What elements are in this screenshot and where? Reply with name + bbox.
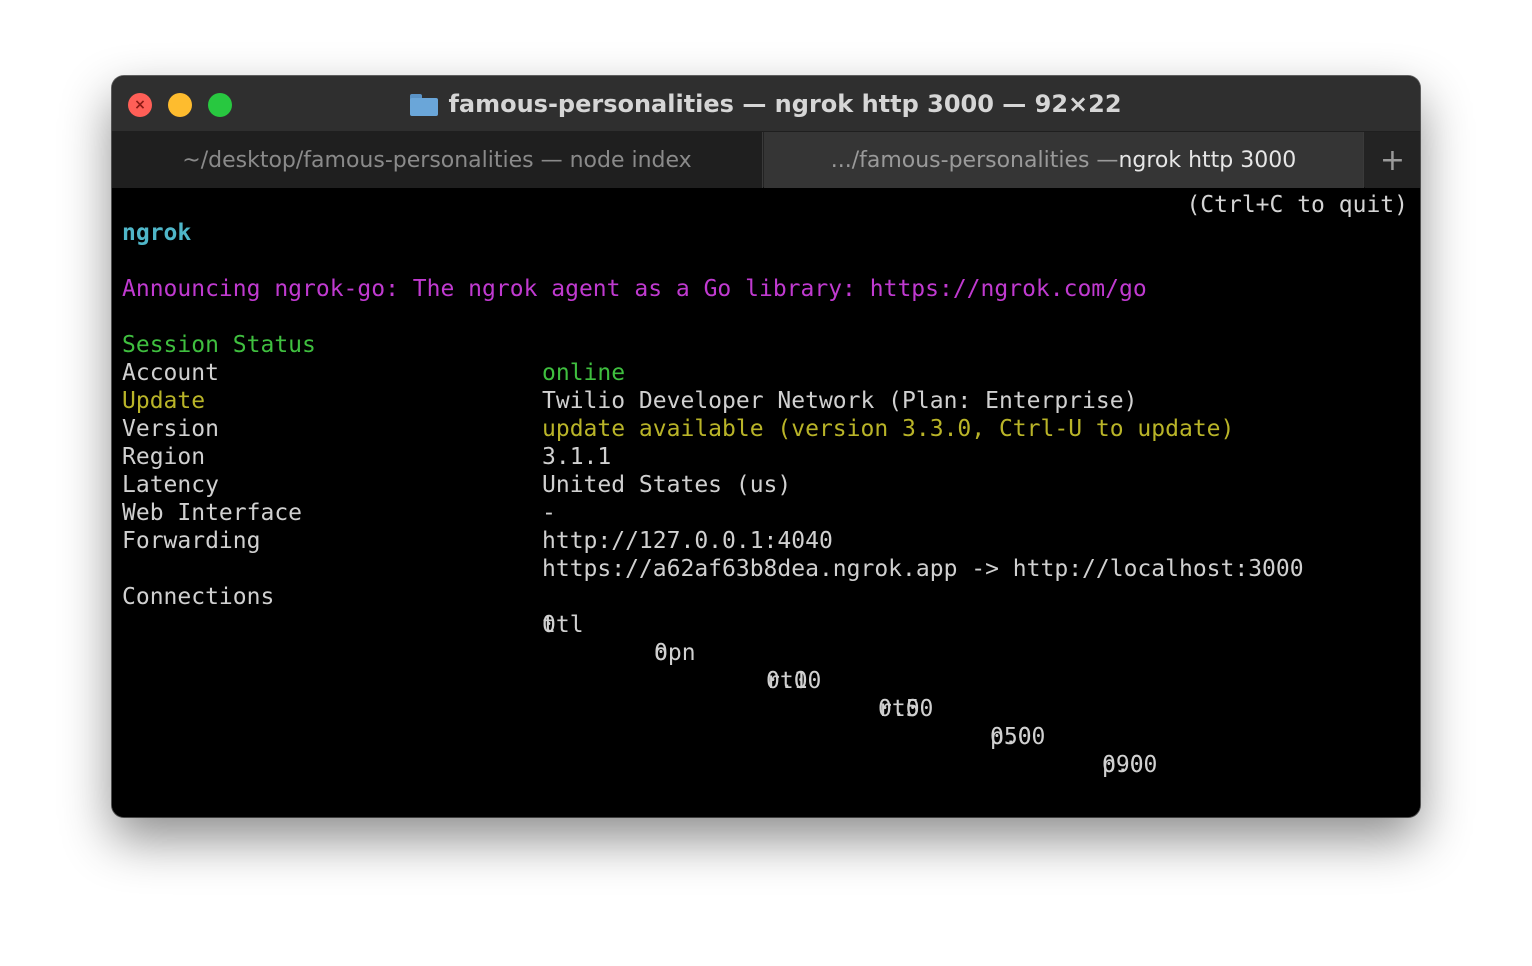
status-row-version: Version 3.1.1 — [122, 387, 1420, 470]
connections-value-rt5: 0.00 — [878, 696, 934, 722]
header-line: ngrok (Ctrl+C to quit) — [122, 191, 1420, 246]
connections-values-row: 0 0 0.00 0.00 0.00 0.00 — [122, 583, 1420, 778]
connections-value-rt1: 0.00 — [766, 668, 822, 694]
title-bar[interactable]: × famous-personalities — ngrok http 3000… — [112, 76, 1420, 132]
status-row-latency: Latency - — [122, 443, 1420, 526]
connections-value-ttl: 0 — [542, 612, 556, 638]
status-row-region: Region United States (us) — [122, 415, 1420, 498]
new-tab-button[interactable]: + — [1365, 132, 1420, 188]
tab-label: ~/desktop/famous-personalities — node in… — [182, 147, 692, 173]
connections-value-p50: 0.00 — [990, 724, 1046, 750]
announcement-line: Announcing ngrok-go: The ngrok agent as … — [122, 247, 1420, 302]
tab-node-index[interactable]: ~/desktop/famous-personalities — node in… — [112, 132, 763, 188]
status-row-forwarding: Forwarding https://a62af63b8dea.ngrok.ap… — [122, 499, 1420, 582]
tab-ngrok-http[interactable]: .../famous-personalities — ngrok http 30… — [764, 132, 1364, 188]
connections-value-opn: 0 — [654, 640, 668, 666]
status-row-update: Update update available (version 3.3.0, … — [122, 359, 1420, 442]
window-title: famous-personalities — ngrok http 3000 —… — [448, 90, 1122, 118]
connections-header-row: Connections ttl opn rt1 rt5 p50 p90 — [122, 555, 1420, 778]
terminal-output[interactable]: ngrok (Ctrl+C to quit) Announcing ngrok-… — [112, 189, 1420, 817]
folder-icon — [410, 94, 439, 116]
connections-value-p90: 0.00 — [1102, 752, 1158, 778]
quit-hint: (Ctrl+C to quit) — [1186, 192, 1408, 218]
window-title-container: famous-personalities — ngrok http 3000 —… — [112, 76, 1420, 132]
tab-label-strong: ngrok http 3000 — [1118, 147, 1297, 173]
terminal-window: × famous-personalities — ngrok http 3000… — [112, 76, 1420, 817]
status-row-account: Account Twilio Developer Network (Plan: … — [122, 331, 1420, 414]
status-row-web-interface: Web Interface http://127.0.0.1:4040 — [122, 471, 1420, 554]
plus-icon: + — [1379, 142, 1406, 178]
status-row-session: Session Status online — [122, 303, 1420, 386]
tab-bar: ~/desktop/famous-personalities — node in… — [112, 132, 1420, 188]
tab-label-prefix: .../famous-personalities — — [830, 147, 1119, 173]
